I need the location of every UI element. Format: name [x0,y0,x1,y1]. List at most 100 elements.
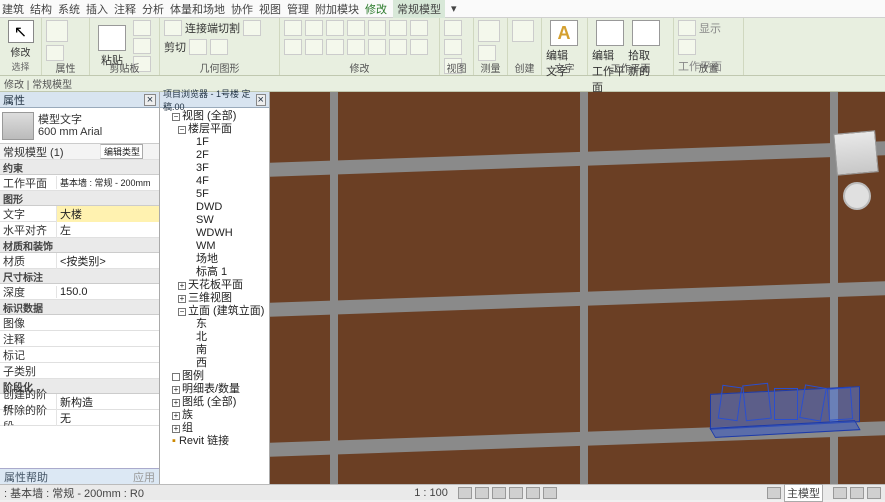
tree-floor[interactable]: 4F [162,175,267,188]
show-icon[interactable] [678,20,696,36]
cut-geom-icon[interactable] [243,20,261,36]
group-dim[interactable]: 尺寸标注 [0,269,159,284]
edit-type-button[interactable]: 编辑类型 [100,144,143,159]
tree-families[interactable]: +族 [162,409,267,422]
tree-floorplans[interactable]: −楼层平面 [162,123,267,136]
link-icon[interactable] [867,487,881,499]
close-icon[interactable]: × [256,94,266,106]
visual-style-icon[interactable] [475,487,489,499]
tree-elev-item[interactable]: 北 [162,331,267,344]
row-mark[interactable]: 标记 [0,347,159,363]
scale-icon[interactable] [326,39,344,55]
row-image[interactable]: 图像 [0,315,159,331]
group-graphics[interactable]: 图形 [0,191,159,206]
menu-analyze[interactable]: 分析 [142,1,164,17]
row-workplane[interactable]: 工作平面基本墙 : 常规 - 200mm [0,175,159,191]
menu-bar[interactable]: 建筑 结构 系统 插入 注释 分析 体量和场地 协作 视图 管理 附加模块 修改… [0,0,885,18]
tree-sheets[interactable]: +图纸 (全部) [162,396,267,409]
join-icon[interactable] [189,39,207,55]
menu-addin[interactable]: 附加模块 [315,1,359,17]
array-icon[interactable] [305,39,323,55]
row-depth[interactable]: 深度150.0 [0,284,159,300]
menu-sys[interactable]: 系统 [58,1,80,17]
tree-groups[interactable]: +组 [162,422,267,435]
edit-workplane-button[interactable]: 编辑 工作平面 [592,20,628,95]
ribbon-modify-button[interactable]: ↖ 修改 选择 [0,18,42,75]
tree-schedules[interactable]: +明细表/数量 [162,383,267,396]
cope-icon[interactable] [164,20,182,36]
group-constraints[interactable]: 约束 [0,160,159,175]
close-icon[interactable]: × [144,94,156,106]
tree-floor[interactable]: 5F [162,188,267,201]
row-subcat[interactable]: 子类别 [0,363,159,379]
copy2-icon[interactable] [368,20,386,36]
selection-icon[interactable] [767,487,781,499]
shadow-icon[interactable] [509,487,523,499]
mirror-icon[interactable] [326,20,344,36]
menu-generic-model[interactable]: 常规模型 [393,0,445,18]
menu-modify[interactable]: 修改 [365,1,387,17]
group-material[interactable]: 材质和装饰 [0,238,159,253]
scale-control[interactable]: 1 : 100 [414,487,448,499]
cut-icon[interactable] [133,20,151,36]
properties-title-bar[interactable]: 属性 × [0,92,159,108]
tree-floor[interactable]: 3F [162,162,267,175]
unpin-icon[interactable] [368,39,386,55]
nav-wheel-icon[interactable] [843,182,871,210]
tree-elev-item[interactable]: 东 [162,318,267,331]
pin-icon[interactable] [347,39,365,55]
row-text[interactable]: 文字大楼 [0,206,159,222]
tree-floor[interactable]: 1F [162,136,267,149]
type-prop-icon[interactable] [46,45,64,61]
crop-icon[interactable] [526,487,540,499]
browser-tree[interactable]: −视图 (全部) −楼层平面 1F 2F 3F 4F 5F DWD SW WDW… [160,108,269,484]
menu-insert[interactable]: 插入 [86,1,108,17]
menu-arch[interactable]: 建筑 [2,1,24,17]
move-icon[interactable] [347,20,365,36]
tree-floor[interactable]: DWD [162,201,267,214]
selected-model-text[interactable] [710,382,860,432]
tree-elev[interactable]: −立面 (建筑立面) [162,305,267,318]
properties-help-link[interactable]: 属性帮助 [4,469,48,484]
menu-manage[interactable]: 管理 [287,1,309,17]
tree-floor[interactable]: WM [162,240,267,253]
tree-ceiling[interactable]: +天花板平面 [162,279,267,292]
sun-icon[interactable] [492,487,506,499]
tree-elev-item[interactable]: 西 [162,357,267,370]
tree-legend[interactable]: 图例 [162,370,267,383]
rotate-icon[interactable] [389,20,407,36]
filter-icon[interactable] [833,487,847,499]
tree-floor[interactable]: 标高 1 [162,266,267,279]
menu-view[interactable]: 视图 [259,1,281,17]
view-cube[interactable] [833,130,879,176]
menu-struct[interactable]: 结构 [30,1,52,17]
menu-anno[interactable]: 注释 [114,1,136,17]
place-wp-icon[interactable] [678,39,696,55]
tree-floor[interactable]: 场地 [162,253,267,266]
row-comment[interactable]: 注释 [0,331,159,347]
detail-level-icon[interactable] [458,487,472,499]
tree-elev-item[interactable]: 南 [162,344,267,357]
copy-icon[interactable] [133,38,151,54]
tree-root[interactable]: −视图 (全部) [162,110,267,123]
tree-floor[interactable]: SW [162,214,267,227]
hide-icon[interactable] [543,487,557,499]
menu-collab[interactable]: 协作 [231,1,253,17]
properties-icon[interactable] [46,20,68,42]
tree-3d[interactable]: +三维视图 [162,292,267,305]
menu-expand-icon[interactable]: ▾ [451,2,457,15]
split-icon[interactable] [284,39,302,55]
tree-floor[interactable]: WDWH [162,227,267,240]
model-selector[interactable]: 主模型 [784,484,823,502]
row-halign[interactable]: 水平对齐左 [0,222,159,238]
tree-links[interactable]: ▪ Revit 链接 [162,435,267,448]
viewport-3d[interactable] [270,92,885,484]
trim-icon[interactable] [410,20,428,36]
apply-button[interactable]: 应用 [133,469,155,484]
delete-icon[interactable] [389,39,407,55]
tree-floor[interactable]: 2F [162,149,267,162]
browser-title-bar[interactable]: 项目浏览器 - 1号楼 定稿.00 × [160,92,269,108]
worksets-icon[interactable] [850,487,864,499]
type-selector[interactable]: 模型文字600 mm Arial [0,108,159,144]
align-icon[interactable] [284,20,302,36]
